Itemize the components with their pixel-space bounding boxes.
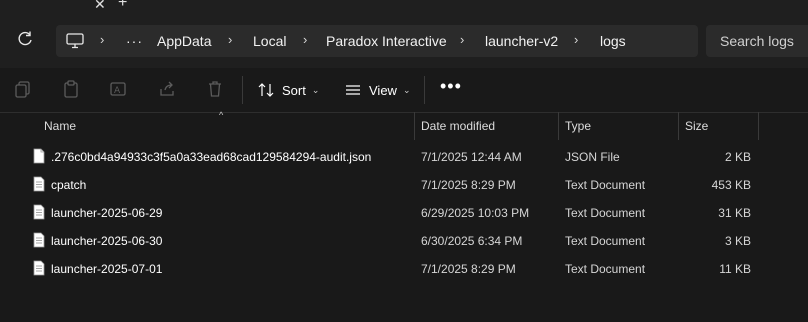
chevron-right-icon[interactable]: › [460, 32, 464, 47]
chevron-right-icon[interactable]: › [228, 32, 232, 47]
file-date: 7/1/2025 8:29 PM [421, 178, 516, 192]
column-header-type[interactable]: Type [565, 119, 591, 133]
svg-text:A: A [114, 86, 121, 96]
view-icon [346, 85, 360, 95]
view-button[interactable]: View ⌄ [345, 80, 411, 100]
file-row[interactable]: launcher-2025-07-01 7/1/2025 8:29 PM Tex… [0, 255, 808, 283]
this-pc-icon[interactable] [66, 33, 84, 49]
sort-icon [258, 83, 274, 97]
text-document-icon [33, 260, 45, 276]
chevron-down-icon: ⌄ [311, 84, 320, 95]
file-type: Text Document [565, 178, 646, 192]
file-row[interactable]: launcher-2025-06-29 6/29/2025 10:03 PM T… [0, 199, 808, 227]
file-row[interactable]: cpatch 7/1/2025 8:29 PM Text Document 45… [0, 171, 808, 199]
column-divider[interactable] [414, 112, 415, 140]
column-header-row: ^ Name Date modified Type Size [0, 110, 808, 140]
address-bar[interactable]: › ··· AppData › Local › Paradox Interact… [56, 25, 698, 57]
toolbar-divider [242, 76, 243, 104]
json-file-icon [33, 148, 45, 164]
copy-icon[interactable] [14, 80, 32, 98]
breadcrumb-logs[interactable]: logs [600, 33, 626, 49]
file-size: 453 KB [711, 178, 751, 192]
tab-strip: ✕ + [0, 0, 808, 14]
file-size: 31 KB [718, 206, 751, 220]
file-name: launcher-2025-06-30 [51, 234, 163, 248]
new-tab-button[interactable]: + [118, 0, 127, 12]
file-row[interactable]: launcher-2025-06-30 6/30/2025 6:34 PM Te… [0, 227, 808, 255]
column-header-name[interactable]: Name [44, 119, 76, 133]
toolbar-divider [424, 76, 425, 104]
file-size: 11 KB [719, 262, 751, 276]
sort-button[interactable]: Sort ⌄ [258, 80, 319, 100]
column-divider[interactable] [758, 112, 759, 140]
more-options-button[interactable]: ••• [440, 76, 462, 97]
breadcrumb-launcher-v2[interactable]: launcher-v2 [485, 33, 558, 49]
chevron-right-icon[interactable]: › [303, 32, 307, 47]
breadcrumb-appdata[interactable]: AppData [157, 33, 211, 49]
breadcrumb-paradox-interactive[interactable]: Paradox Interactive [326, 33, 447, 49]
breadcrumb-overflow-button[interactable]: ··· [126, 33, 143, 49]
refresh-icon[interactable] [16, 30, 34, 48]
file-name: .276c0bd4a94933c3f5a0a33ead68cad12958429… [51, 150, 372, 164]
tab-close-button[interactable]: ✕ [94, 0, 106, 13]
text-document-icon [33, 232, 45, 248]
column-header-date-modified[interactable]: Date modified [421, 119, 495, 133]
view-label: View [369, 82, 397, 98]
column-divider[interactable] [558, 112, 559, 140]
command-bar: A Sort ⌄ View ⌄ ••• [0, 68, 808, 113]
breadcrumb-local[interactable]: Local [253, 33, 286, 49]
file-name: cpatch [51, 178, 87, 192]
file-type: JSON File [565, 150, 620, 164]
file-type: Text Document [565, 206, 646, 220]
file-size: 3 KB [724, 234, 751, 248]
chevron-down-icon: ⌄ [402, 84, 411, 95]
file-row[interactable]: .276c0bd4a94933c3f5a0a33ead68cad12958429… [0, 143, 808, 171]
file-type: Text Document [565, 234, 646, 248]
file-date: 7/1/2025 12:44 AM [421, 150, 522, 164]
file-date: 6/30/2025 6:34 PM [421, 234, 523, 248]
sort-ascending-icon: ^ [219, 110, 224, 120]
chevron-right-icon[interactable]: › [100, 32, 104, 47]
paste-icon[interactable] [62, 80, 80, 98]
search-placeholder[interactable]: Search logs [720, 33, 794, 49]
column-header-size[interactable]: Size [685, 119, 708, 133]
text-document-icon [33, 176, 45, 192]
chevron-right-icon[interactable]: › [574, 32, 578, 47]
file-date: 6/29/2025 10:03 PM [421, 206, 530, 220]
navigation-bar: › ··· AppData › Local › Paradox Interact… [0, 14, 808, 68]
file-name: launcher-2025-07-01 [51, 262, 163, 276]
rename-icon[interactable]: A [109, 80, 127, 98]
share-icon[interactable] [158, 80, 176, 98]
file-name: launcher-2025-06-29 [51, 206, 163, 220]
search-box[interactable]: Search logs [706, 25, 808, 57]
file-size: 2 KB [724, 150, 751, 164]
delete-icon[interactable] [206, 80, 224, 98]
column-divider[interactable] [678, 112, 679, 140]
sort-label: Sort [282, 82, 306, 98]
text-document-icon [33, 204, 45, 220]
file-type: Text Document [565, 262, 646, 276]
file-date: 7/1/2025 8:29 PM [421, 262, 516, 276]
